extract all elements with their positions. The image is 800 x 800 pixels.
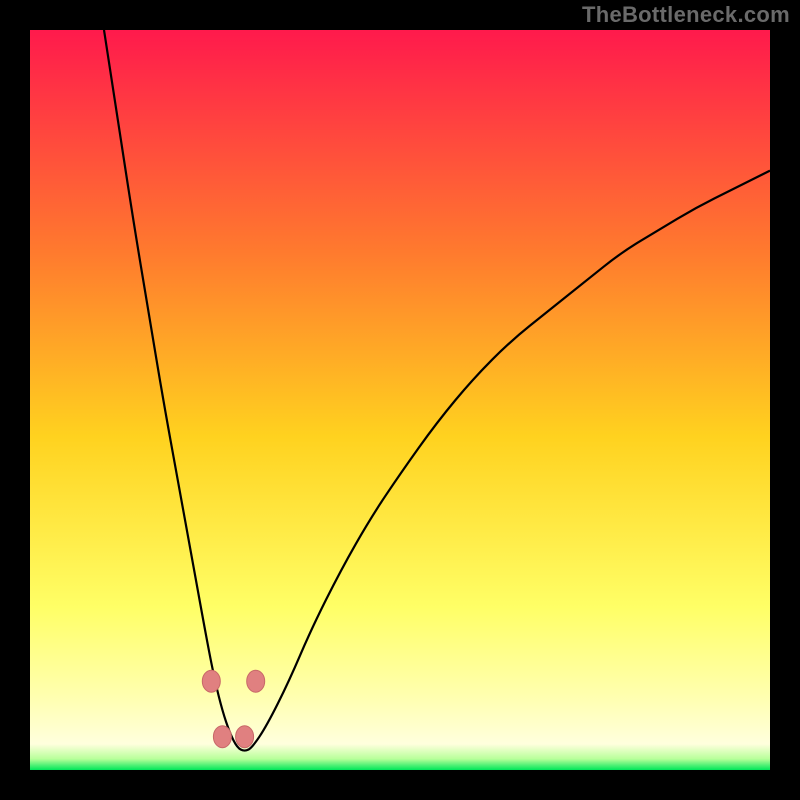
plot-area bbox=[30, 30, 770, 770]
valley-marker-3 bbox=[236, 726, 254, 748]
chart-container: TheBottleneck.com bbox=[0, 0, 800, 800]
chart-svg bbox=[30, 30, 770, 770]
valley-marker-0 bbox=[202, 670, 220, 692]
valley-marker-2 bbox=[213, 726, 231, 748]
watermark-label: TheBottleneck.com bbox=[582, 2, 790, 28]
gradient-background bbox=[30, 30, 770, 770]
valley-marker-1 bbox=[247, 670, 265, 692]
